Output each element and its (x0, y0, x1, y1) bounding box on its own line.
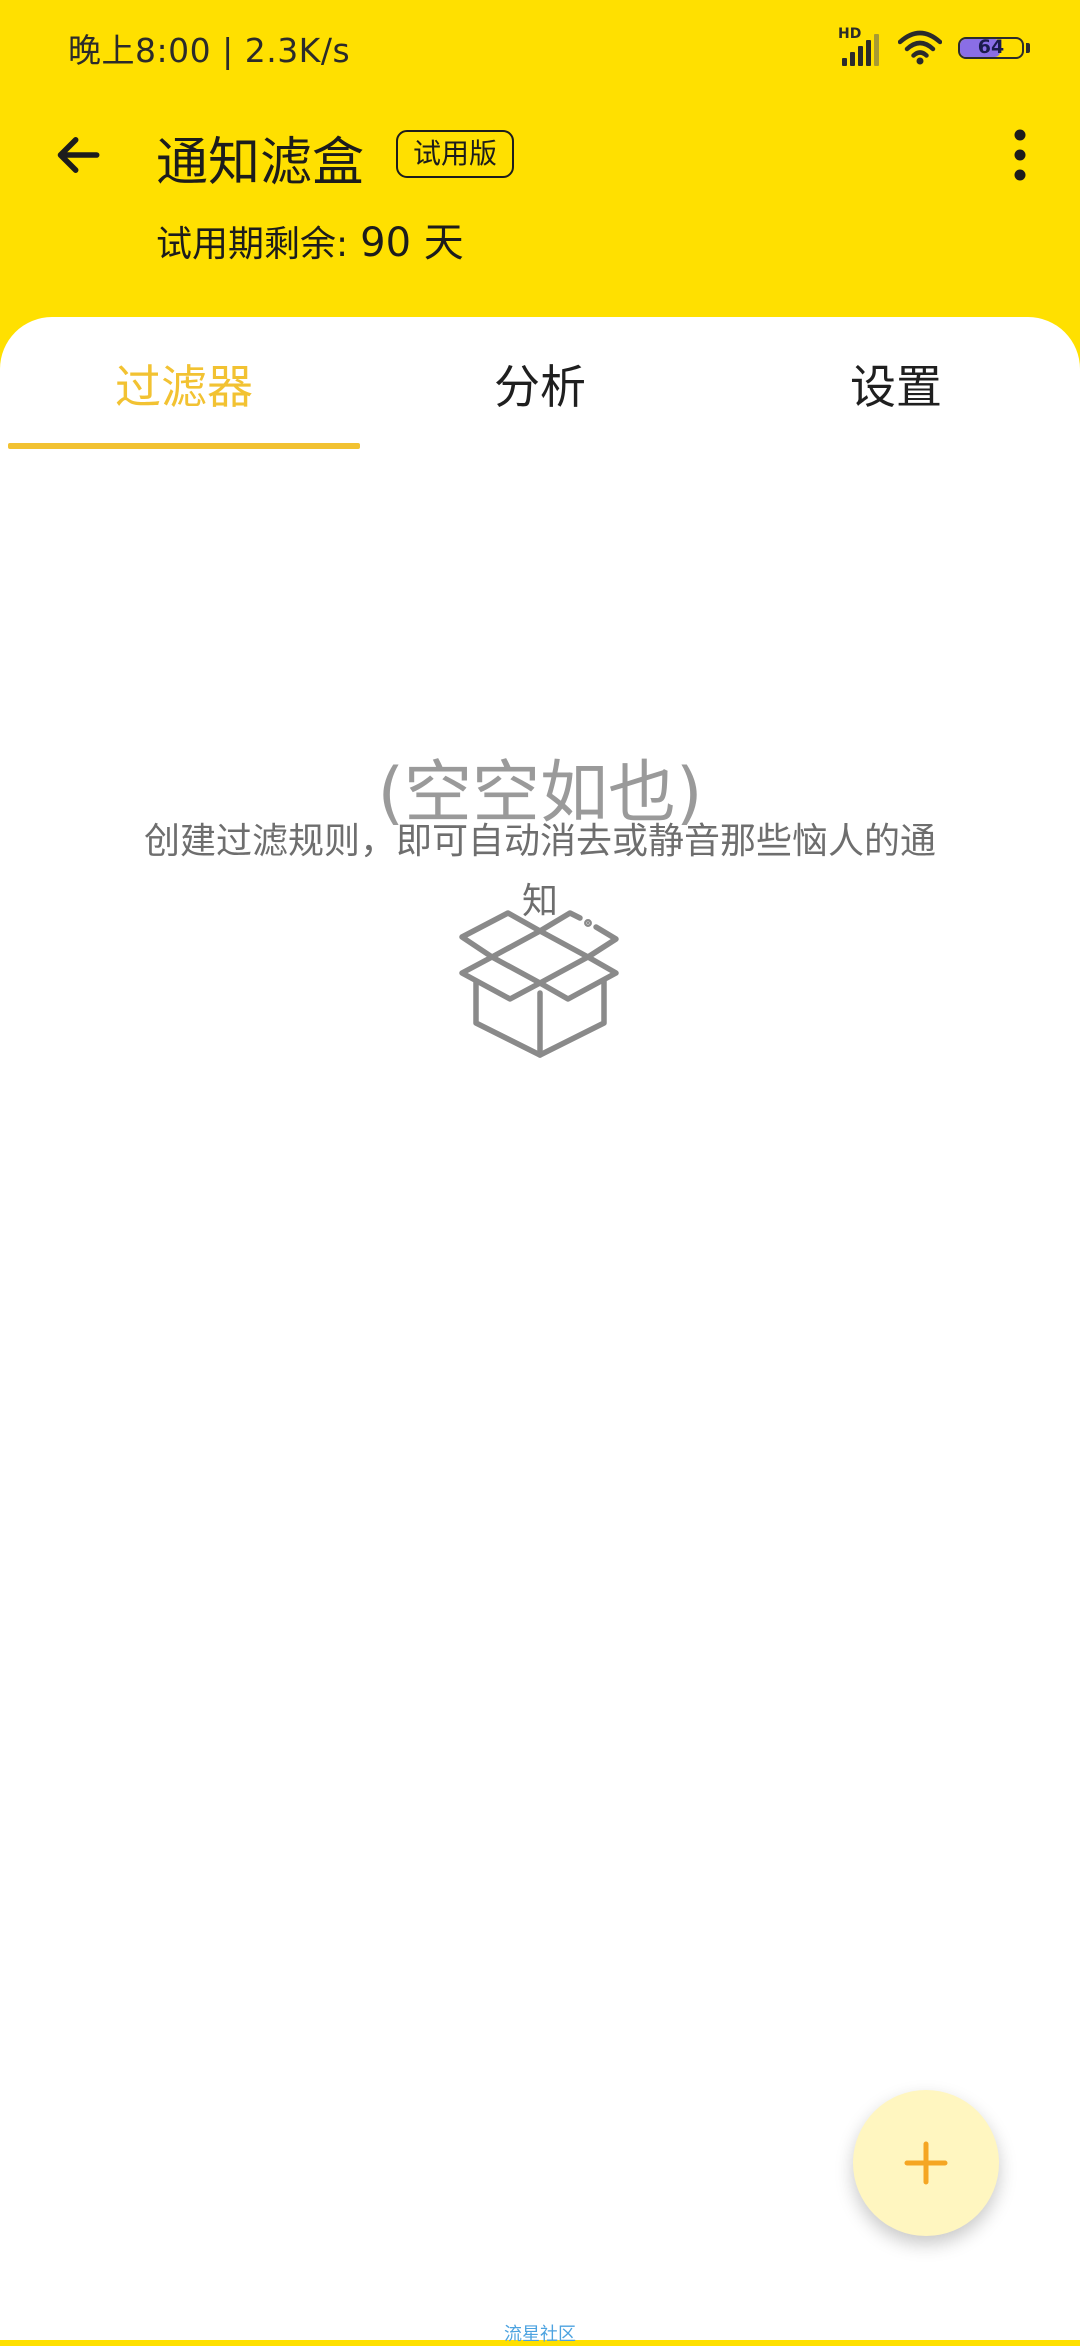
tab-settings[interactable]: 设置 (720, 317, 1072, 451)
back-button[interactable] (38, 115, 118, 195)
app-bar: 通知滤盒 试用版 试用期剩余: 90 天 (0, 95, 1080, 320)
trial-remaining-days: 90 天 (360, 220, 464, 266)
cellular-signal-icon: HD (838, 26, 882, 66)
trial-remaining-label: 试用期剩余: (156, 224, 349, 265)
status-icons: HD 64 (838, 26, 1030, 68)
tab-indicator (8, 443, 360, 449)
tab-filters[interactable]: 过滤器 (8, 317, 360, 451)
battery-level-text: 64 (977, 37, 1005, 58)
status-bar: 晚上8:00 | 2.3K/s HD 64 (0, 0, 1080, 95)
battery-tip (1026, 43, 1030, 53)
empty-state-description: 创建过滤规则，即可自动消去或静音那些恼人的通知 (143, 821, 936, 922)
battery-icon: 64 (958, 37, 1024, 59)
arrow-left-icon (57, 137, 100, 173)
trial-badge: 试用版 (396, 130, 515, 178)
more-vert-icon (1014, 129, 1026, 181)
status-time-speed: 晚上8:00 | 2.3K/s (68, 31, 351, 70)
page-title: 通知滤盒 (156, 133, 365, 193)
network-type-label: HD (838, 26, 862, 42)
wifi-icon (898, 30, 942, 65)
watermark: 流星社区 (504, 2324, 576, 2345)
more-options-button[interactable] (988, 115, 1052, 195)
plus-icon (904, 2141, 948, 2185)
add-filter-button[interactable] (853, 2090, 999, 2236)
trial-remaining: 试用期剩余: 90 天 (156, 210, 464, 268)
content-sheet: 过滤器 分析 设置 (空空如也) 创建过滤规则，即可自动消去或静音那些恼人的通知 (0, 317, 1080, 2340)
tab-analysis[interactable]: 分析 (360, 317, 720, 451)
tab-bar: 过滤器 分析 设置 (0, 317, 1080, 451)
